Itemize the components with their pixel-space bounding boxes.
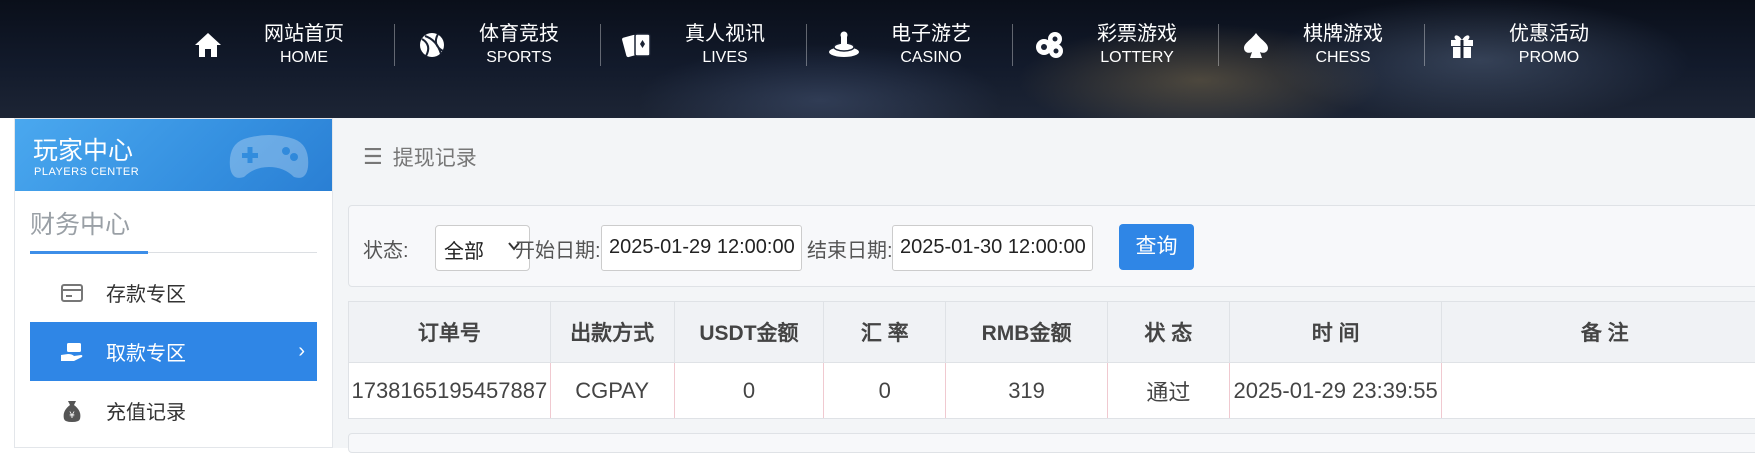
- nav-home-en: HOME: [280, 49, 328, 67]
- withdraw-records-table: 订单号 出款方式 USDT金额 汇 率 RMB金额 状 态 时 间 备 注 17…: [348, 301, 1755, 419]
- breadcrumb: ☰ 提现记录: [363, 142, 477, 172]
- sidebar-item-deposit[interactable]: 存款专区: [30, 263, 317, 322]
- column-header: 汇 率: [824, 302, 947, 362]
- chevron-right-icon: ›: [298, 340, 305, 362]
- exchange-rate-cell: 0: [824, 363, 947, 418]
- nav-lives[interactable]: 真人视讯 LIVES: [600, 0, 806, 90]
- players-center-subtitle: PLAYERS CENTER: [34, 166, 140, 178]
- breadcrumb-title: 提现记录: [392, 147, 477, 170]
- column-header: 状 态: [1108, 302, 1230, 362]
- sidebar-item-withdraw[interactable]: 取款专区 ›: [30, 322, 317, 381]
- sidebar-item-label: 充值记录: [106, 402, 186, 424]
- nav-lottery[interactable]: 彩票游戏 LOTTERY: [1012, 0, 1218, 90]
- home-icon: [188, 25, 228, 65]
- nav-lives-en: LIVES: [702, 49, 748, 67]
- players-center-header: 玩家中心 PLAYERS CENTER: [15, 119, 332, 191]
- nav-lives-cn: 真人视讯: [685, 23, 765, 46]
- svg-text:¥: ¥: [69, 411, 75, 421]
- gamepad-icon: [224, 127, 314, 191]
- nav-home-cn: 网站首页: [264, 23, 344, 46]
- sidebar-item-recharge-history[interactable]: ¥ 充值记录: [30, 381, 317, 440]
- ball-icon: [412, 25, 452, 65]
- section-underline: [30, 251, 148, 254]
- nav-promo-en: PROMO: [1518, 49, 1580, 67]
- filter-bar: 状态: 全部 开始日期: 2025-01-29 12:00:00 结束日期: 2…: [348, 205, 1755, 287]
- query-button[interactable]: 查询: [1119, 224, 1194, 270]
- menu-icon: ☰: [363, 144, 383, 169]
- nav-sports-cn: 体育竞技: [479, 23, 559, 46]
- status-label: 状态:: [363, 240, 409, 262]
- status-select-value: 全部: [444, 241, 484, 263]
- time-cell: 2025-01-29 23:39:55: [1230, 363, 1443, 418]
- players-center-title: 玩家中心: [33, 137, 134, 165]
- nav-lottery-cn: 彩票游戏: [1097, 23, 1177, 46]
- nav-promo-cn: 优惠活动: [1509, 23, 1589, 46]
- table-row: 1738165195457887 CGPAY 0 0 319 通过 2025-0…: [349, 363, 1755, 418]
- order-number-cell: 1738165195457887: [349, 363, 551, 418]
- lottery-balls-icon: [1030, 25, 1070, 65]
- finance-center-title: 财务中心: [30, 211, 131, 239]
- gift-icon: [1442, 25, 1482, 65]
- nav-chess-en: CHESS: [1315, 49, 1371, 67]
- nav-casino-en: CASINO: [900, 49, 962, 67]
- column-header: 订单号: [349, 302, 551, 362]
- main-content: ☰ 提现记录 状态: 全部 开始日期: 2025-01-29 12:00:00 …: [333, 118, 1755, 453]
- slot-icon: [824, 25, 864, 65]
- main-nav: 网站首页 HOME 体育竞技 SPORTS 真人视讯 LIVES 电子游艺 CASINO…: [188, 0, 1630, 118]
- spade-icon: [1236, 25, 1276, 65]
- end-date-label: 结束日期:: [807, 240, 893, 262]
- nav-sports[interactable]: 体育竞技 SPORTS: [394, 0, 600, 90]
- nav-casino[interactable]: 电子游艺 CASINO: [806, 0, 1012, 90]
- nav-casino-cn: 电子游艺: [891, 23, 971, 46]
- deposit-icon: [52, 282, 92, 304]
- top-navigation-bar: 网站首页 HOME 体育竞技 SPORTS 真人视讯 LIVES 电子游艺 CASINO…: [0, 0, 1755, 118]
- nav-home[interactable]: 网站首页 HOME: [188, 0, 394, 90]
- withdraw-hand-icon: [52, 341, 92, 363]
- money-bag-icon: ¥: [52, 399, 92, 423]
- nav-promo[interactable]: 优惠活动 PROMO: [1424, 0, 1630, 90]
- nav-sports-en: SPORTS: [486, 49, 552, 67]
- column-header: USDT金额: [675, 302, 825, 362]
- column-header: 出款方式: [551, 302, 675, 362]
- table-header: 订单号 出款方式 USDT金额 汇 率 RMB金额 状 态 时 间 备 注: [349, 302, 1755, 363]
- status-cell: 通过: [1108, 363, 1230, 418]
- player-sidebar: 玩家中心 PLAYERS CENTER 财务中心 存款专区 取款专区 › ¥ 充…: [14, 118, 333, 448]
- nav-chess[interactable]: 棋牌游戏 CHESS: [1218, 0, 1424, 90]
- usdt-amount-cell: 0: [675, 363, 825, 418]
- remark-cell: [1442, 363, 1755, 418]
- nav-lottery-en: LOTTERY: [1100, 49, 1174, 67]
- rmb-amount-cell: 319: [946, 363, 1108, 418]
- column-header: RMB金额: [946, 302, 1108, 362]
- column-header: 时 间: [1230, 302, 1443, 362]
- start-date-label: 开始日期:: [515, 240, 601, 262]
- nav-chess-cn: 棋牌游戏: [1303, 23, 1383, 46]
- payout-method-cell: CGPAY: [551, 363, 675, 418]
- cards-icon: [618, 25, 658, 65]
- pagination-area: [348, 433, 1755, 453]
- end-date-input[interactable]: 2025-01-30 12:00:00: [892, 225, 1093, 271]
- column-header: 备 注: [1580, 322, 1629, 345]
- sidebar-item-label: 取款专区: [106, 343, 186, 365]
- start-date-input[interactable]: 2025-01-29 12:00:00: [601, 225, 802, 271]
- sidebar-item-label: 存款专区: [106, 284, 186, 306]
- finance-center-section: 财务中心: [30, 191, 317, 254]
